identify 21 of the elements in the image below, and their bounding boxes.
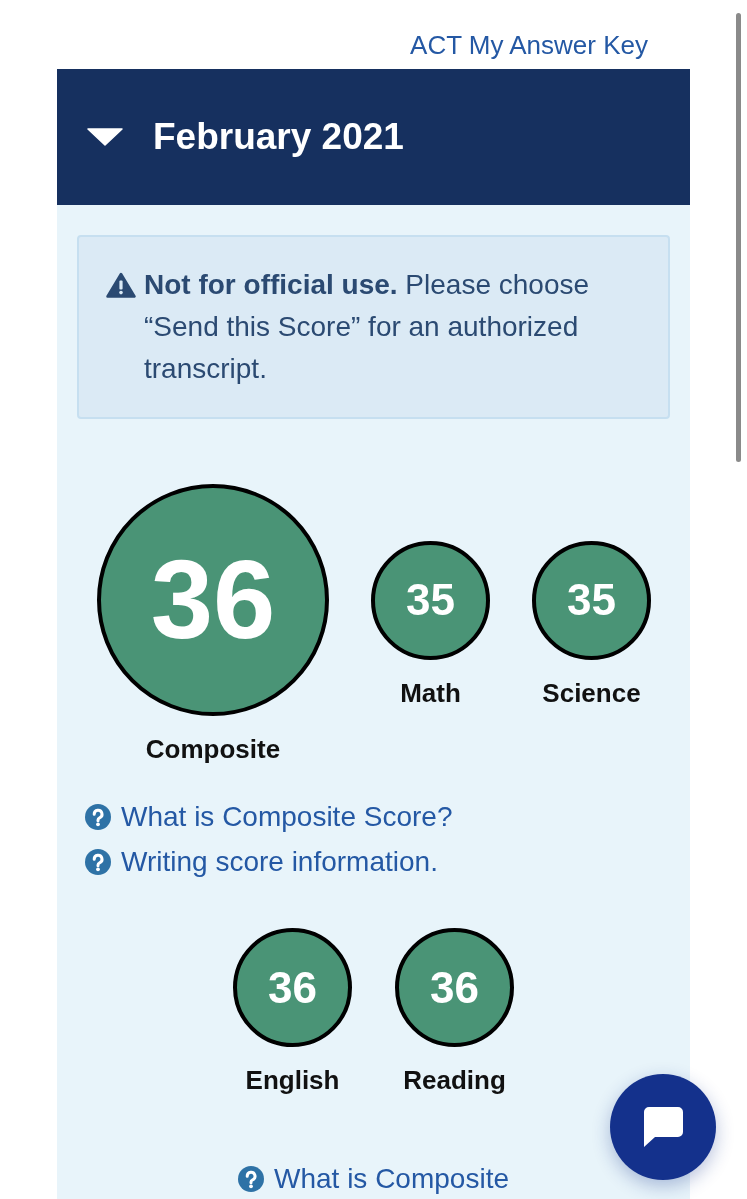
warning-icon bbox=[106, 272, 136, 298]
score-circle: 35 bbox=[532, 540, 651, 660]
notice-text: Not for official use. Please choose “Send this Score” for an authorized transcript. bbox=[144, 268, 591, 386]
help-icon bbox=[85, 804, 111, 830]
score-circle: 36 bbox=[233, 928, 352, 1047]
scrollbar-thumb[interactable] bbox=[736, 13, 741, 462]
score-circle: 36 bbox=[97, 484, 329, 716]
help-icon bbox=[238, 1166, 264, 1192]
score-label: Reading bbox=[403, 1065, 506, 1095]
score-label: English bbox=[245, 1065, 340, 1095]
score-label: Math bbox=[400, 677, 461, 708]
score-circle: 35 bbox=[371, 540, 490, 660]
help-link[interactable]: Writing score information. bbox=[85, 842, 438, 882]
help-icon bbox=[85, 849, 111, 875]
score-label: Composite bbox=[145, 734, 281, 764]
test-date-header[interactable]: February 2021 bbox=[57, 69, 690, 205]
help-link[interactable]: What is Composite bbox=[238, 1159, 509, 1199]
answer-key-link[interactable]: ACT My Answer Key bbox=[410, 30, 648, 60]
score-circle: 36 bbox=[395, 928, 514, 1047]
score-label: Science bbox=[542, 677, 641, 708]
help-link[interactable]: What is Composite Score? bbox=[85, 797, 453, 837]
